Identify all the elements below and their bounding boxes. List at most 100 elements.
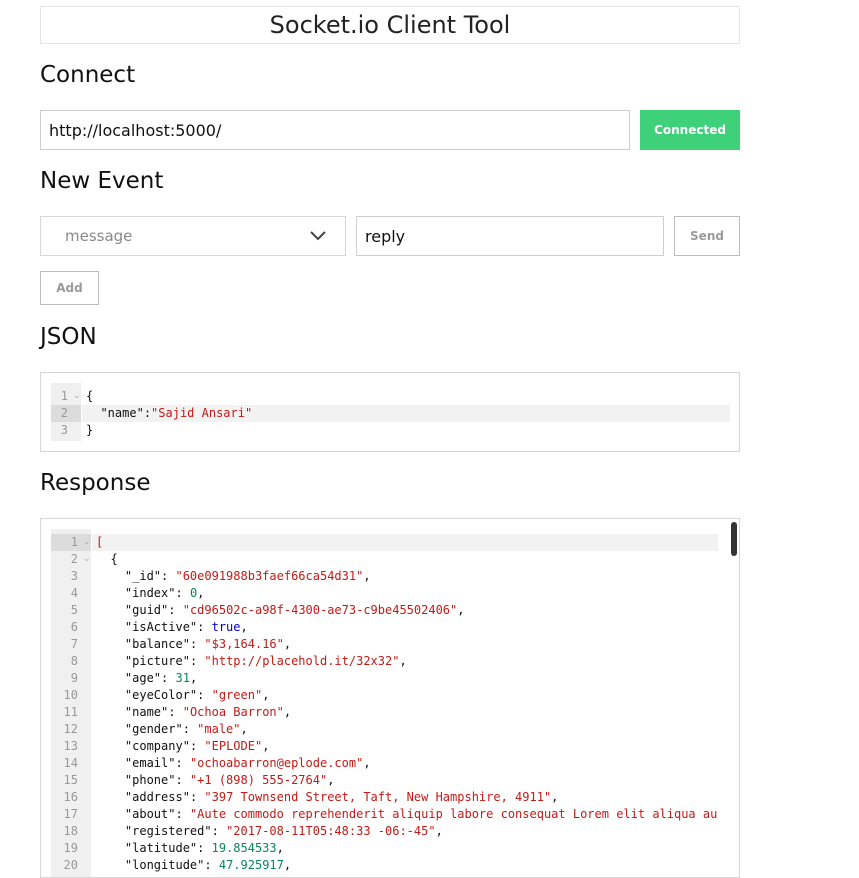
json-heading: JSON	[40, 324, 97, 350]
line-number: 6	[70, 620, 78, 634]
code-line: "eyeColor": "green",	[96, 687, 270, 704]
event-select-value: message	[65, 227, 133, 245]
code-token: ,	[240, 620, 248, 634]
code-token: :	[143, 406, 152, 420]
code-token: true	[211, 620, 241, 634]
code-token: :	[182, 722, 198, 736]
code-token: "name"	[100, 406, 144, 420]
send-button[interactable]: Send	[674, 216, 740, 256]
response-heading: Response	[40, 470, 151, 496]
code-token: ,	[283, 637, 292, 651]
code-token: "397 Townsend Street, Taft, New Hampshir…	[204, 790, 552, 804]
code-token: ,	[262, 739, 270, 753]
code-token: "guid"	[124, 603, 169, 617]
code-line: "phone": "+1 (898) 555-2764",	[96, 772, 335, 789]
code-token: :	[168, 705, 183, 719]
code-token: 31	[175, 671, 190, 685]
code-token: "index"	[124, 586, 176, 600]
code-token: :	[175, 807, 190, 821]
code-token: :	[161, 671, 176, 685]
code-token: ,	[363, 756, 371, 770]
line-number: 13	[63, 739, 78, 753]
add-button[interactable]: Add	[40, 271, 99, 305]
code-token: 19.854533	[211, 841, 277, 855]
code-token: "male"	[197, 722, 241, 736]
fold-icon[interactable]: ⌄	[83, 551, 91, 568]
code-token: {	[96, 552, 118, 566]
code-token: "name"	[124, 705, 169, 719]
json-editor[interactable]: 1 ⌄ {2 "name":"Sajid Ansari" 3}	[40, 372, 740, 452]
code-token: "address"	[124, 790, 190, 804]
code-line: "address": "397 Townsend Street, Taft, N…	[96, 789, 559, 806]
code-line: "name":"Sajid Ansari"	[86, 405, 252, 422]
code-line: "gender": "male",	[96, 721, 248, 738]
response-editor[interactable]: 1 ⌄ [2 ⌄ {3 "_id": "60e091988b3faef66ca54d3…	[40, 518, 740, 878]
code-token: "Ochoa Barron"	[182, 705, 284, 719]
code-token: "age"	[124, 671, 162, 685]
line-number: 9	[70, 671, 78, 685]
code-line: "age": 31,	[96, 670, 197, 687]
event-select[interactable]: message	[40, 216, 346, 256]
code-token: ,	[283, 705, 292, 719]
code-token: "http://placehold.it/32x32"	[204, 654, 400, 668]
code-token: :	[175, 586, 190, 600]
code-line: "company": "EPLODE",	[96, 738, 270, 755]
code-token: "ochoabarron@eplode.com"	[189, 756, 364, 770]
code-token: :	[204, 858, 219, 872]
code-token: ,	[240, 722, 248, 736]
line-number: 3	[60, 423, 68, 437]
code-token: "eyeColor"	[124, 688, 198, 702]
active-line-highlight	[92, 534, 718, 551]
line-number: 7	[70, 637, 78, 651]
code-token: :	[197, 620, 212, 634]
code-line: "longitude": 47.925917,	[96, 857, 291, 874]
code-token: ,	[197, 586, 205, 600]
chevron-down-icon	[310, 231, 326, 241]
code-token: "+1 (898) 555-2764"	[189, 773, 328, 787]
line-number: 17	[63, 807, 78, 821]
line-number: 3	[70, 569, 78, 583]
code-token: "registered"	[124, 824, 212, 838]
line-number: 2	[60, 406, 68, 420]
code-line: {	[96, 551, 118, 568]
fold-icon[interactable]: ⌄	[83, 534, 91, 551]
connect-button[interactable]: Connected	[640, 110, 740, 150]
code-token: "gender"	[124, 722, 183, 736]
line-number: 4	[70, 586, 78, 600]
url-input[interactable]: http://localhost:5000/	[40, 110, 630, 150]
code-line: "registered": "2017-08-11T05:48:33 -06:-…	[96, 823, 443, 840]
line-number: 19	[63, 841, 78, 855]
code-token: "phone"	[124, 773, 176, 787]
code-token: "latitude"	[124, 841, 198, 855]
response-scrollbar[interactable]	[731, 522, 737, 556]
code-token: "green"	[211, 688, 263, 702]
reply-input[interactable]: reply	[356, 216, 664, 256]
line-number: 1	[60, 389, 68, 403]
code-token: :	[161, 569, 176, 583]
line-number: 8	[70, 654, 78, 668]
code-line: "picture": "http://placehold.it/32x32",	[96, 653, 407, 670]
code-token: :	[175, 773, 190, 787]
code-token: :	[197, 841, 212, 855]
line-number: 12	[63, 722, 78, 736]
code-token: ,	[189, 671, 198, 685]
code-token: :	[189, 654, 205, 668]
code-token: ,	[457, 603, 465, 617]
fold-icon[interactable]: ⌄	[73, 388, 81, 405]
code-token: "picture"	[124, 654, 190, 668]
line-number: 14	[63, 756, 78, 770]
code-token: :	[211, 824, 227, 838]
code-line: [	[96, 534, 103, 551]
line-number: 20	[63, 858, 78, 872]
code-token: ,	[399, 654, 407, 668]
